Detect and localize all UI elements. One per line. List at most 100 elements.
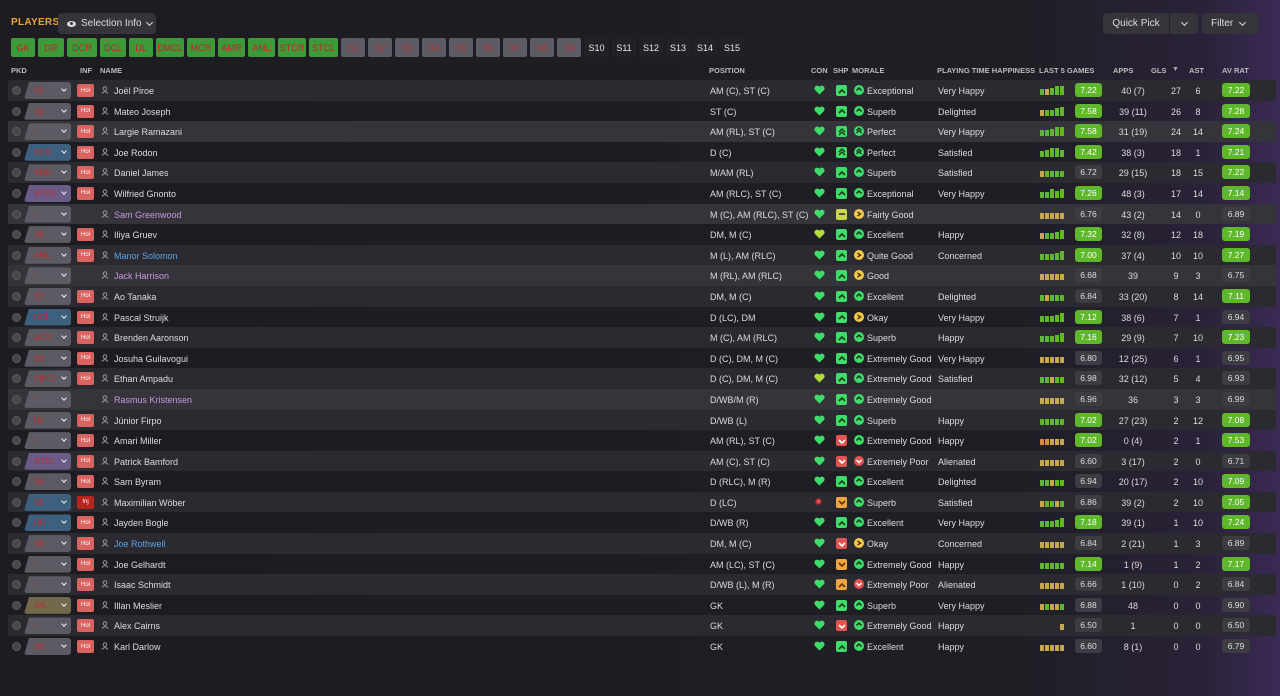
player-name[interactable]: Ao Tanaka bbox=[114, 292, 156, 302]
col-pkd[interactable]: PKD bbox=[11, 66, 27, 75]
info-badge[interactable]: Hol bbox=[77, 248, 94, 262]
picked-position-dropdown[interactable] bbox=[56, 123, 71, 140]
position-slot-s7[interactable]: S7 bbox=[503, 38, 527, 57]
player-name[interactable]: Illan Meslier bbox=[114, 601, 162, 611]
select-checkbox[interactable] bbox=[12, 106, 21, 116]
col-morale[interactable]: MORALE bbox=[852, 66, 885, 75]
info-badge[interactable]: Hol bbox=[77, 84, 94, 97]
select-checkbox[interactable] bbox=[12, 127, 21, 137]
select-checkbox[interactable] bbox=[12, 621, 21, 631]
select-checkbox[interactable] bbox=[12, 600, 21, 610]
col-gls[interactable]: GLS bbox=[1151, 66, 1166, 75]
info-badge[interactable]: Hol bbox=[77, 228, 94, 242]
table-row[interactable]: STCL Hol Patrick Bamford AM (C), ST (C) Extr… bbox=[8, 450, 1276, 472]
select-checkbox[interactable] bbox=[12, 497, 21, 507]
info-badge[interactable]: Hol bbox=[77, 578, 94, 592]
info-badge[interactable]: Hol bbox=[77, 331, 94, 345]
info-badge[interactable]: Hol bbox=[77, 166, 94, 180]
info-badge[interactable]: Hol bbox=[77, 537, 94, 551]
picked-position-dropdown[interactable] bbox=[56, 309, 71, 326]
picked-position-dropdown[interactable] bbox=[56, 576, 71, 593]
position-slot-s14[interactable]: S14 bbox=[693, 38, 717, 57]
info-badge[interactable]: Hol bbox=[77, 372, 94, 386]
position-slot-s13[interactable]: S13 bbox=[666, 38, 690, 57]
player-name[interactable]: Rasmus Kristensen bbox=[114, 395, 192, 405]
picked-position-dropdown[interactable] bbox=[56, 638, 71, 655]
select-checkbox[interactable] bbox=[12, 147, 21, 157]
table-row[interactable]: MCR Hol Brenden Aaronson M (C), AM (RLC) Sup… bbox=[8, 327, 1276, 348]
table-row[interactable]: S5 Inj Maximilian Wöber D (LC) Superb Satisfi… bbox=[8, 491, 1276, 513]
table-row[interactable]: AML Hol Manor Solomon M (L), AM (RLC) Quite … bbox=[8, 244, 1276, 266]
picked-position-dropdown[interactable] bbox=[56, 617, 71, 634]
picked-position-dropdown[interactable] bbox=[56, 185, 71, 202]
player-name[interactable]: Jack Harrison bbox=[114, 271, 169, 281]
select-checkbox[interactable] bbox=[12, 518, 21, 528]
table-row[interactable]: - Hol Isaac Schmidt D/WB (L), M (R) Extremel… bbox=[8, 574, 1276, 595]
select-checkbox[interactable] bbox=[12, 188, 21, 198]
col-apps[interactable]: APPS bbox=[1113, 66, 1133, 75]
quick-pick-button[interactable]: Quick Pick bbox=[1103, 13, 1198, 34]
quick-pick-dropdown[interactable] bbox=[1170, 18, 1198, 26]
position-slot-s9[interactable]: S9 bbox=[557, 38, 581, 57]
col-ast[interactable]: AST bbox=[1189, 66, 1204, 75]
player-name[interactable]: Manor Solomon bbox=[114, 251, 178, 261]
player-name[interactable]: Júnior Firpo bbox=[114, 416, 162, 426]
player-name[interactable]: Amari Miller bbox=[114, 436, 162, 446]
player-name[interactable]: Daniel James bbox=[114, 168, 169, 178]
table-row[interactable]: AMR Hol Daniel James M/AM (RL) Superb Satisfi… bbox=[8, 162, 1276, 183]
player-name[interactable]: Joe Rothwell bbox=[114, 539, 166, 549]
select-checkbox[interactable] bbox=[12, 580, 21, 590]
position-slot-stcl[interactable]: STCL bbox=[309, 38, 338, 57]
player-name[interactable]: Brenden Aaronson bbox=[114, 333, 189, 343]
picked-position-dropdown[interactable] bbox=[56, 82, 71, 99]
select-checkbox[interactable] bbox=[12, 456, 21, 466]
position-slot-stcr[interactable]: STCR bbox=[278, 38, 306, 57]
player-name[interactable]: Pascal Struijk bbox=[114, 313, 169, 323]
picked-position-dropdown[interactable] bbox=[56, 350, 71, 367]
picked-position-dropdown[interactable] bbox=[56, 329, 71, 346]
player-name[interactable]: Mateo Joseph bbox=[114, 107, 171, 117]
select-checkbox[interactable] bbox=[12, 250, 21, 260]
player-name[interactable]: Joël Piroe bbox=[114, 86, 154, 96]
player-name[interactable]: Wilfried Gnonto bbox=[114, 189, 176, 199]
col-playing-time[interactable]: PLAYING TIME HAPPINESS bbox=[937, 66, 1035, 75]
info-badge[interactable]: Hol bbox=[77, 598, 94, 612]
info-badge[interactable]: Hol bbox=[77, 104, 94, 118]
table-row[interactable]: S6 Hol Iliya Gruev DM, M (C) Excellent Happy 7… bbox=[8, 224, 1276, 245]
player-name[interactable]: Ethan Ampadu bbox=[114, 374, 173, 384]
picked-position-dropdown[interactable] bbox=[56, 432, 71, 449]
position-slot-s2[interactable]: S2 bbox=[368, 38, 392, 57]
position-slot-dcr[interactable]: DCR bbox=[67, 38, 97, 57]
picked-position-dropdown[interactable] bbox=[56, 288, 71, 305]
player-name[interactable]: Sam Greenwood bbox=[114, 210, 182, 220]
info-badge[interactable]: Hol bbox=[77, 640, 94, 654]
info-badge[interactable]: Hol bbox=[77, 516, 94, 530]
table-row[interactable]: DL Hol Júnior Firpo D/WB (L) Superb Happy 7.02… bbox=[8, 409, 1276, 431]
picked-position-dropdown[interactable] bbox=[56, 103, 71, 120]
player-name[interactable]: Patrick Bamford bbox=[114, 457, 178, 467]
position-slot-s15[interactable]: S15 bbox=[720, 38, 744, 57]
position-slot-s11[interactable]: S11 bbox=[612, 38, 636, 57]
select-checkbox[interactable] bbox=[12, 86, 21, 95]
col-shp[interactable]: SHP bbox=[833, 66, 848, 75]
position-slot-s6[interactable]: S6 bbox=[476, 38, 500, 57]
picked-position-dropdown[interactable] bbox=[56, 247, 71, 264]
table-row[interactable]: S4 Hol Sam Byram D (RLC), M (R) Excellent Del… bbox=[8, 471, 1276, 492]
position-slot-s3[interactable]: S3 bbox=[395, 38, 419, 57]
table-row[interactable]: DR Hol Jayden Bogle D/WB (R) Excellent Very H… bbox=[8, 512, 1276, 533]
table-row[interactable]: GK Hol Illan Meslier GK Superb Very Happy 6.88… bbox=[8, 595, 1276, 616]
position-slot-s8[interactable]: S8 bbox=[530, 38, 554, 57]
table-row[interactable]: - Hol Alex Cairns GK Extremely Good Happy 6.50… bbox=[8, 615, 1276, 637]
picked-position-dropdown[interactable] bbox=[56, 391, 71, 408]
picked-position-dropdown[interactable] bbox=[56, 267, 71, 284]
col-inf[interactable]: INF bbox=[80, 66, 92, 75]
selection-info-button[interactable]: Selection Info bbox=[58, 13, 156, 34]
select-checkbox[interactable] bbox=[12, 168, 21, 178]
picked-position-dropdown[interactable] bbox=[56, 535, 71, 552]
select-checkbox[interactable] bbox=[12, 312, 21, 322]
info-badge[interactable]: Hol bbox=[77, 145, 94, 159]
table-row[interactable]: S8 Hol Joe Rothwell DM, M (C) Okay Concerned 6… bbox=[8, 533, 1276, 554]
picked-position-dropdown[interactable] bbox=[56, 453, 71, 470]
player-name[interactable]: Isaac Schmidt bbox=[114, 580, 171, 590]
select-checkbox[interactable] bbox=[12, 415, 21, 425]
